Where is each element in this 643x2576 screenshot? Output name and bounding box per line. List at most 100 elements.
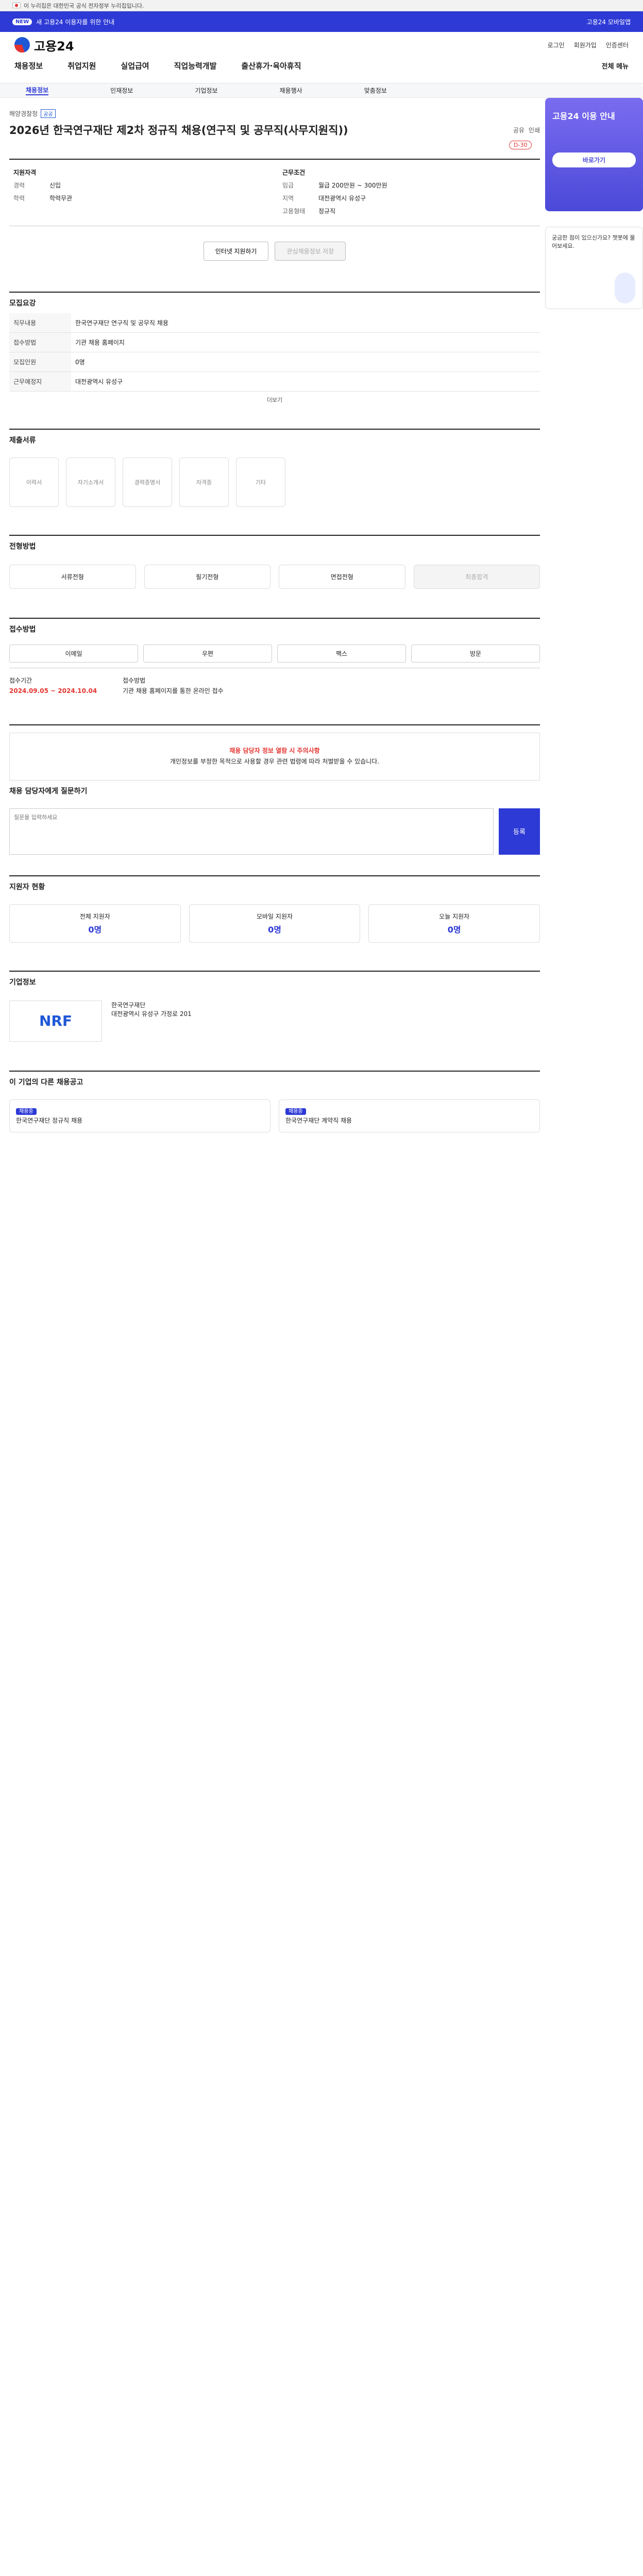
nav-benefit[interactable]: 실업급여	[121, 60, 149, 71]
stats-section: 지원자 현황 전체 지원자 0명 모바일 지원자 0명 오늘 지원자 0명	[9, 875, 540, 950]
others-section: 이 기업의 다른 채용공고 채용중 한국연구재단 정규직 채용 채용중 한국연구재단…	[9, 1070, 540, 1140]
file-item[interactable]: 자격증	[179, 457, 229, 507]
print-button[interactable]: 인쇄	[529, 126, 540, 134]
warning-title: 채용 담당자 정보 열람 시 주의사항	[229, 747, 320, 754]
table-head-cell: 근무예정지	[9, 371, 71, 392]
summary-label: 학력	[13, 195, 25, 202]
summary-left-head: 지원자격	[13, 169, 37, 176]
summary-value: 대전광역시 유성구	[318, 195, 366, 202]
file-item[interactable]: 이력서	[9, 457, 59, 507]
banner-title: 고용24 이용 안내	[552, 111, 615, 121]
subnav-jobs[interactable]: 채용정보	[26, 86, 49, 95]
dday-badge: D-30	[509, 141, 532, 149]
promo-bar[interactable]: NEW 새 고용24 이용자를 위한 안내 고용24 모바일앱	[0, 11, 643, 32]
nav-training[interactable]: 직업능력개발	[174, 60, 217, 71]
nav-leave[interactable]: 출산휴가·육아휴직	[241, 60, 301, 71]
site-header: 고용24 로그인 회원가입 인증센터 채용정보 취업지원 실업급여 직업능력개발…	[0, 32, 643, 83]
qa-input[interactable]	[9, 808, 494, 855]
scrap-button[interactable]: 관심채용정보 저장	[275, 242, 346, 261]
summary-label: 지역	[282, 195, 294, 202]
detail-section: 모집요강 직무내용 한국연구재단 연구직 및 공무직 채용 접수방법 기관 채용 홈…	[9, 292, 540, 408]
file-item[interactable]: 자기소개서	[66, 457, 115, 507]
more-button[interactable]: 더보기	[9, 392, 540, 408]
apply-button[interactable]: 인터넷 지원하기	[203, 242, 269, 261]
stat-value: 0명	[447, 924, 461, 935]
site-logo[interactable]: 고용24	[14, 36, 74, 54]
login-link[interactable]: 로그인	[548, 41, 565, 49]
summary-value: 월급 200만원 ~ 300만원	[318, 182, 387, 189]
corp-logo: NRF	[9, 1000, 102, 1042]
step-item: 최종합격	[413, 565, 540, 589]
job-card[interactable]: 채용중 한국연구재단 정규직 채용	[9, 1099, 270, 1133]
table-row: 접수방법 기관 채용 홈페이지	[9, 332, 540, 352]
stat-label: 전체 지원자	[79, 912, 110, 920]
step-item: 서류전형	[9, 565, 136, 589]
corp-name[interactable]: 한국연구재단	[111, 1001, 540, 1009]
warning-section: 채용 담당자 정보 열람 시 주의사항 개인정보를 부정한 목적으로 사용할 경…	[9, 724, 540, 855]
stat-label: 오늘 지원자	[439, 912, 470, 920]
method-value: 기관 채용 홈페이지를 통한 온라인 접수	[123, 687, 224, 695]
share-button[interactable]: 공유	[513, 126, 524, 134]
tab-email[interactable]: 이메일	[9, 645, 138, 663]
qa-submit-button[interactable]: 등록	[499, 808, 540, 855]
subnav-events[interactable]: 채용행사	[280, 86, 302, 95]
flag-icon	[12, 3, 21, 8]
stat-card: 전체 지원자 0명	[9, 904, 181, 943]
detail-table: 직무내용 한국연구재단 연구직 및 공무직 채용 접수방법 기관 채용 홈페이지 모…	[9, 313, 540, 392]
signup-link[interactable]: 회원가입	[574, 41, 597, 49]
method-label: 접수방법	[123, 677, 146, 684]
menu-all-button[interactable]: 전체 메뉴	[602, 61, 629, 71]
steps-section: 전형방법 서류전형 필기전형 면접전형 최종합격	[9, 535, 540, 597]
logo-icon	[14, 37, 30, 53]
summary-value: 신입	[49, 182, 61, 189]
summary-value: 학력무관	[49, 195, 73, 202]
file-item[interactable]: 경력증명서	[123, 457, 172, 507]
chatbot-text: 궁금한 점이 있으신가요? 챗봇에 물어보세요.	[552, 234, 635, 249]
corp-section: 기업정보 NRF 한국연구재단 대전광역시 유성구 가정로 201	[9, 970, 540, 1050]
subnav-custom[interactable]: 맞춤정보	[364, 86, 387, 95]
files-head: 제출서류	[9, 436, 36, 445]
promo-tag: NEW	[12, 18, 32, 25]
stat-card: 모바일 지원자 0명	[189, 904, 361, 943]
promo-banner[interactable]: 고용24 이용 안내 바로가기	[545, 98, 643, 211]
corp-address: 대전광역시 유성구 가정로 201	[111, 1010, 192, 1018]
table-row: 모집인원 0명	[9, 352, 540, 372]
job-card[interactable]: 채용중 한국연구재단 계약직 채용	[279, 1099, 540, 1133]
file-item[interactable]: 기타	[236, 457, 285, 507]
promo-right[interactable]: 고용24 모바일앱	[587, 18, 631, 26]
gov-text: 이 누리집은 대한민국 공식 전자정부 누리집입니다.	[24, 2, 144, 9]
tab-visit[interactable]: 방문	[411, 645, 540, 663]
card-badge: 채용중	[16, 1108, 37, 1115]
stat-label: 모바일 지원자	[256, 912, 293, 920]
subnav-talent[interactable]: 인재정보	[110, 86, 133, 95]
main-content: 고용24 이용 안내 바로가기 궁금한 점이 있으신가요? 챗봇에 물어보세요.…	[9, 98, 643, 1140]
chatbot-box[interactable]: 궁금한 점이 있으신가요? 챗봇에 물어보세요.	[545, 227, 643, 309]
cert-link[interactable]: 인증센터	[606, 41, 629, 49]
stat-card: 오늘 지원자 0명	[368, 904, 540, 943]
side-banner: 고용24 이용 안내 바로가기 궁금한 점이 있으신가요? 챗봇에 물어보세요.	[545, 98, 643, 309]
tab-fax[interactable]: 팩스	[277, 645, 406, 663]
table-row: 직무내용 한국연구재단 연구직 및 공무직 채용	[9, 313, 540, 333]
promo-text: 새 고용24 이용자를 위한 안내	[36, 18, 115, 26]
summary-box: 지원자격 경력 신입 학력 학력무관 근무조건 임금 월급 200만원 ~ 300만원…	[9, 159, 540, 226]
subnav-company[interactable]: 기업정보	[195, 86, 217, 95]
table-head-cell: 접수방법	[9, 332, 71, 352]
summary-value: 정규직	[318, 208, 336, 215]
tab-post[interactable]: 우편	[143, 645, 272, 663]
sub-nav: 채용정보 인재정보 기업정보 채용행사 맞춤정보	[0, 83, 643, 98]
files-section: 제출서류 이력서 자기소개서 경력증명서 자격증 기타	[9, 429, 540, 514]
others-head: 이 기업의 다른 채용공고	[9, 1078, 83, 1087]
logo-text: 고용24	[34, 39, 74, 54]
apply-head: 접수방법	[9, 625, 36, 634]
period-value: 2024.09.05 ~ 2024.10.04	[9, 687, 97, 695]
table-cell: 대전광역시 유성구	[71, 371, 540, 392]
posting-title: 2026년 한국연구재단 제2차 정규직 채용(연구직 및 공무직(사무지원직)…	[9, 124, 348, 137]
stats-head: 지원자 현황	[9, 883, 45, 891]
summary-right-head: 근무조건	[282, 169, 306, 176]
table-row: 근무예정지 대전광역시 유성구	[9, 371, 540, 392]
agency-name[interactable]: 해양경찰청	[9, 109, 38, 118]
nav-jobs[interactable]: 채용정보	[14, 60, 43, 71]
nav-support[interactable]: 취업지원	[67, 60, 96, 71]
banner-button[interactable]: 바로가기	[552, 152, 636, 167]
step-item: 필기전형	[144, 565, 270, 589]
